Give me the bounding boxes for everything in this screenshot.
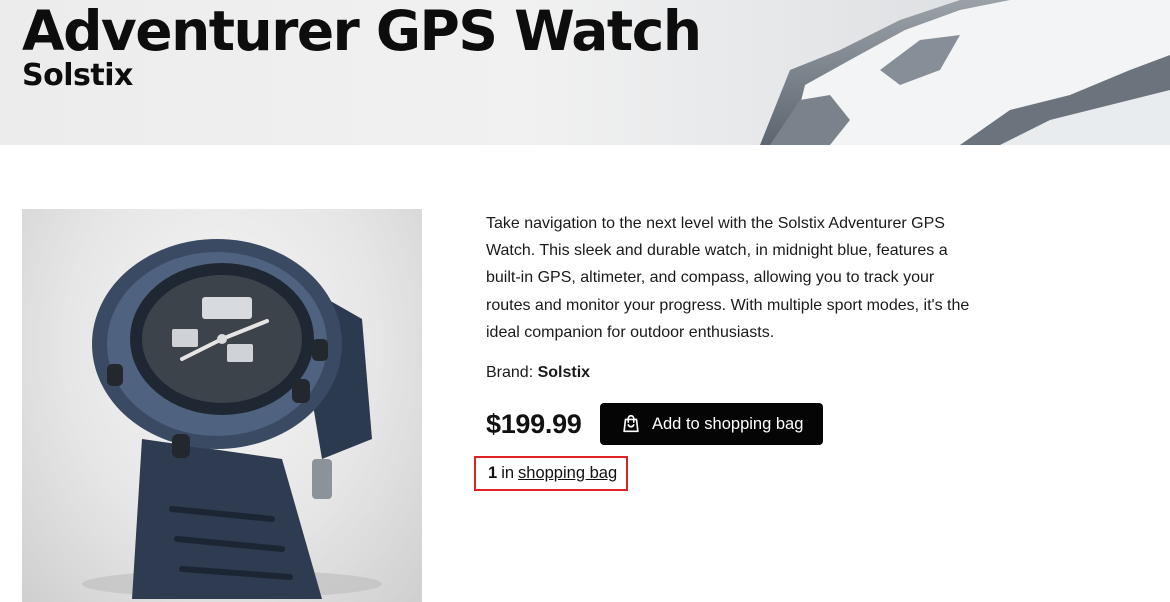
- brand-value: Solstix: [537, 364, 591, 382]
- product-image: [22, 209, 422, 602]
- product-details: Take navigation to the next level with t…: [474, 210, 986, 491]
- purchase-row: $199.99 Add to shopping bag: [486, 403, 824, 445]
- watch-illustration: [82, 239, 382, 599]
- hero-banner: Adventurer GPS Watch Solstix: [0, 0, 1170, 145]
- page-subtitle-brand: Solstix: [22, 58, 133, 93]
- add-to-bag-label: Add to shopping bag: [652, 414, 804, 433]
- bag-in-text: in: [501, 464, 515, 482]
- product-price: $199.99: [486, 408, 582, 439]
- add-to-bag-button[interactable]: Add to shopping bag: [600, 403, 824, 445]
- brand-label: Brand:: [486, 364, 534, 382]
- bag-count: 1: [488, 464, 498, 482]
- shopping-bag-link[interactable]: shopping bag: [518, 464, 617, 483]
- shopping-bag-icon: [623, 414, 639, 433]
- product-description: Take navigation to the next level with t…: [486, 215, 970, 341]
- bag-status-highlight: 1 in shopping bag: [474, 456, 628, 491]
- page-title: Adventurer GPS Watch: [22, 0, 702, 63]
- brand-row: Brand: Solstix: [486, 364, 986, 382]
